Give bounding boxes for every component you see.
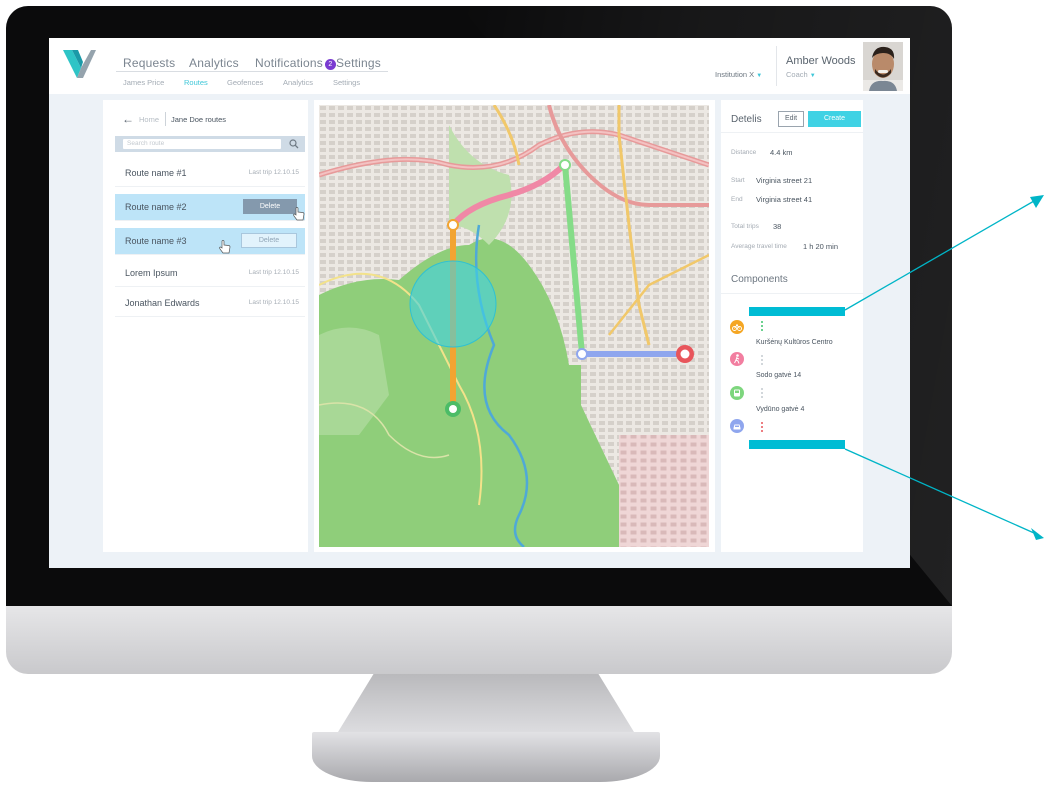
annotation-arrows (844, 195, 1044, 540)
